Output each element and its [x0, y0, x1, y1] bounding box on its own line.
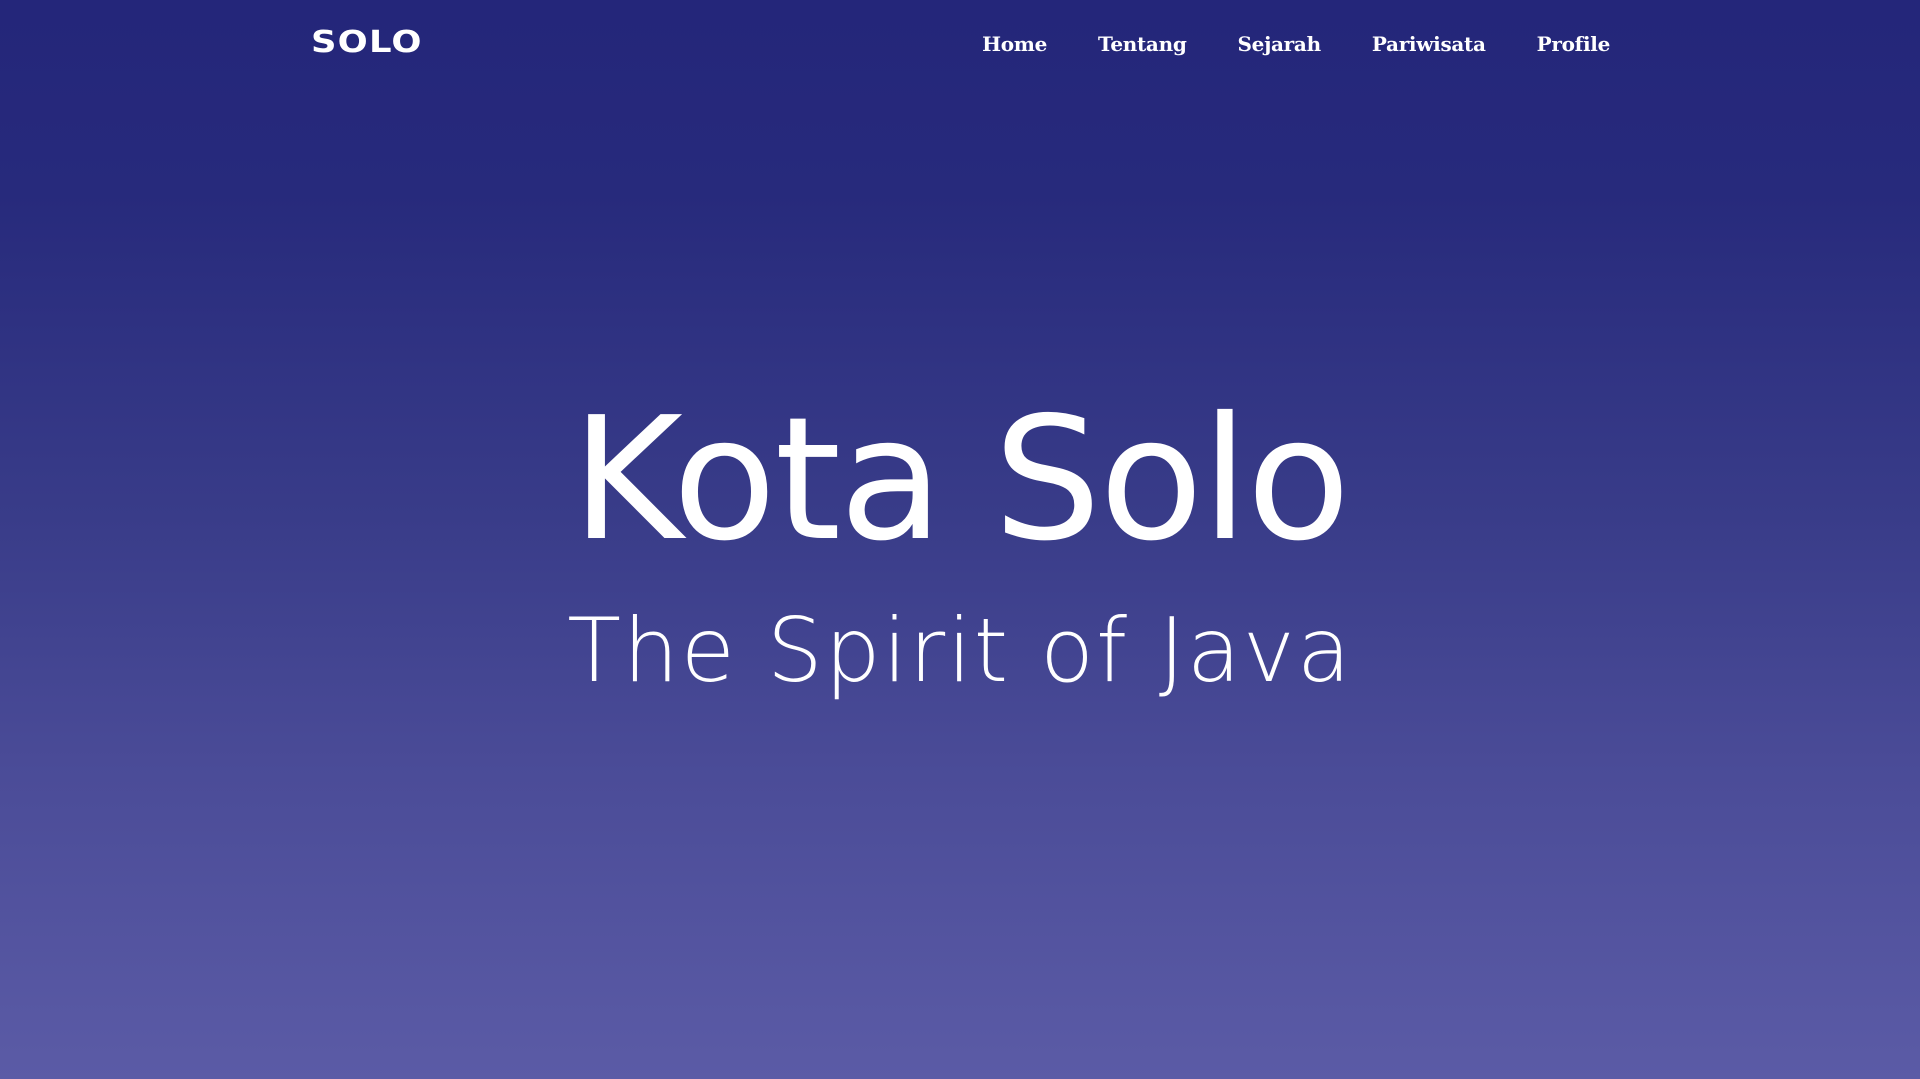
nav-link-home[interactable]: Home [982, 32, 1047, 56]
nav-item-home: Home [982, 28, 1047, 60]
nav-link-tentang[interactable]: Tentang [1098, 32, 1187, 56]
nav-item-tentang: Tentang [1098, 28, 1187, 60]
hero-subtitle: The Spirit of Java [567, 599, 1353, 702]
brand-logo[interactable]: SOLO [311, 24, 423, 62]
nav-link-sejarah[interactable]: Sejarah [1238, 32, 1322, 56]
navbar: SOLO Home Tentang Sejarah Pariwisata Pro… [0, 0, 1920, 88]
nav-item-profile: Profile [1537, 28, 1611, 60]
nav-link-pariwisata[interactable]: Pariwisata [1372, 32, 1486, 56]
nav-item-sejarah: Sejarah [1238, 28, 1322, 60]
hero-title: Kota Solo [571, 381, 1350, 579]
nav-item-pariwisata: Pariwisata [1372, 28, 1486, 60]
nav-menu: Home Tentang Sejarah Pariwisata Profile [931, 28, 1610, 60]
nav-link-profile[interactable]: Profile [1537, 32, 1611, 56]
